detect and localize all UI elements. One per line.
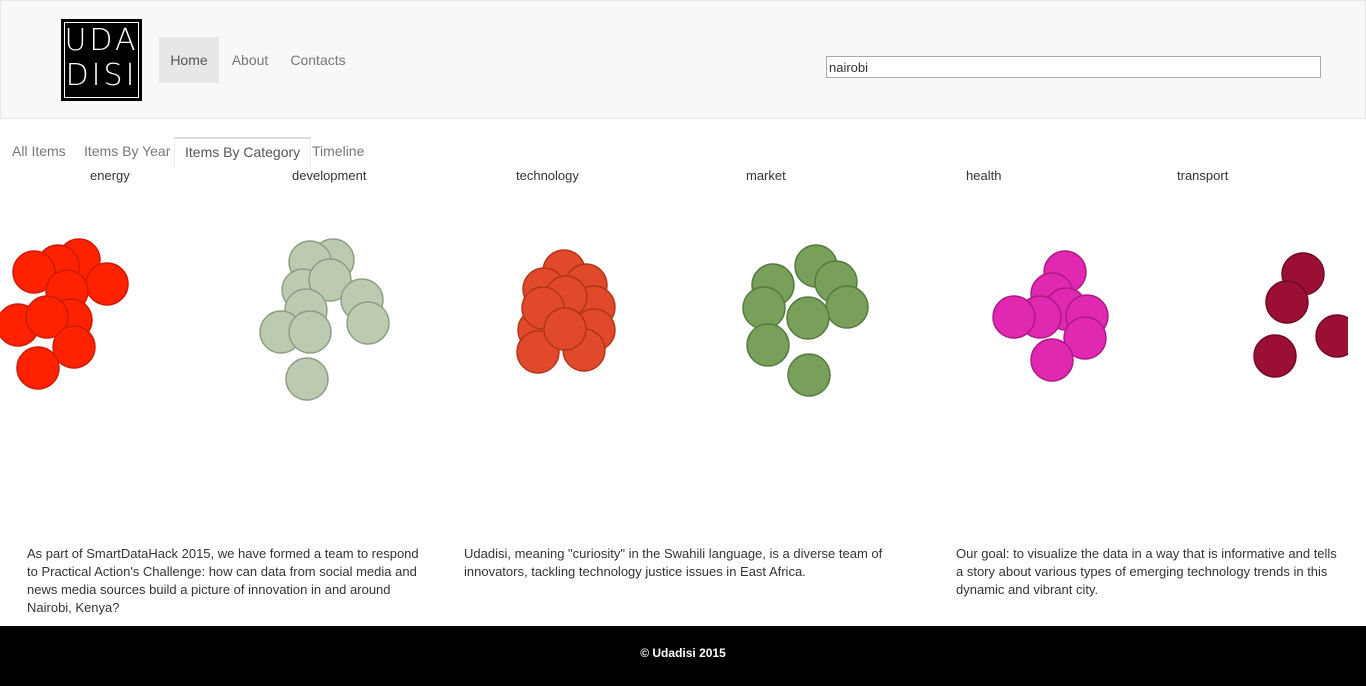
bubble-market[interactable] — [746, 323, 790, 367]
logo-line-1: UDA — [64, 23, 139, 58]
tab-items-by-year[interactable]: Items By Year — [74, 137, 180, 168]
bubble-technology[interactable] — [543, 307, 587, 351]
category-label-market: market — [746, 168, 786, 183]
category-label-energy: energy — [90, 168, 130, 183]
bubble-development[interactable] — [346, 301, 390, 345]
bubble-market[interactable] — [787, 353, 831, 397]
nav-home[interactable]: Home — [159, 37, 219, 83]
bubble-market[interactable] — [742, 286, 786, 330]
bubble-development[interactable] — [288, 310, 332, 354]
bubble-energy[interactable] — [85, 262, 129, 306]
category-bubbles-chart — [0, 238, 1348, 401]
bubble-transport[interactable] — [1315, 314, 1348, 358]
bubble-transport[interactable] — [1265, 280, 1309, 324]
tab-timeline[interactable]: Timeline — [302, 137, 374, 168]
category-label-transport: transport — [1177, 168, 1229, 183]
bubble-health[interactable] — [992, 295, 1036, 339]
bubble-health[interactable] — [1030, 338, 1074, 382]
goal-paragraph: Our goal: to visualize the data in a way… — [956, 546, 1337, 597]
intro-paragraph: As part of SmartDataHack 2015, we have f… — [27, 546, 419, 615]
category-label-technology: technology — [516, 168, 579, 183]
bubble-energy[interactable] — [52, 325, 96, 369]
bubble-development[interactable] — [285, 357, 329, 401]
search-input[interactable] — [826, 56, 1321, 78]
category-label-health: health — [966, 168, 1002, 183]
footer-copyright: © Udadisi 2015 — [0, 626, 1366, 686]
tab-items-by-category[interactable]: Items By Category — [174, 137, 312, 168]
about-paragraph: Udadisi, meaning "curiosity" in the Swah… — [464, 546, 883, 579]
udadisi-logo[interactable]: UDA DISI — [61, 19, 142, 101]
bubble-market[interactable] — [786, 296, 830, 340]
bubble-energy[interactable] — [16, 346, 60, 390]
navbar: UDA DISI Home About Contacts — [0, 0, 1366, 119]
bubble-market[interactable] — [825, 285, 869, 329]
nav-contacts[interactable]: Contacts — [284, 37, 352, 83]
nav-about[interactable]: About — [223, 37, 277, 83]
bubble-transport[interactable] — [1253, 334, 1297, 378]
logo-line-2: DISI — [65, 58, 138, 93]
category-label-development: development — [292, 168, 367, 183]
tab-all-items[interactable]: All Items — [2, 137, 76, 168]
